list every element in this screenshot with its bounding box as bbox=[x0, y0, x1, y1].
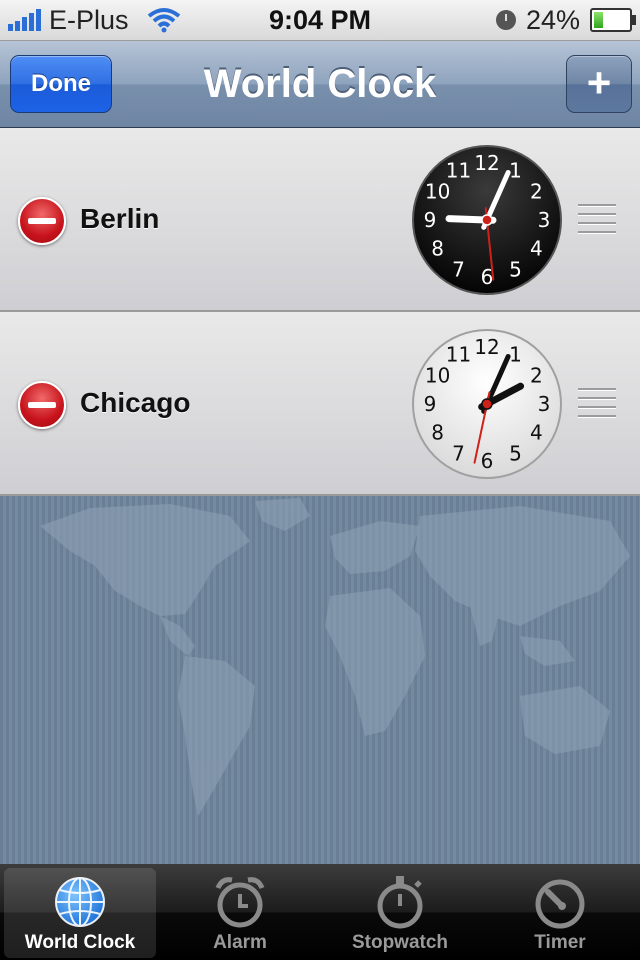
clock-numeral: 10 bbox=[425, 180, 450, 204]
reorder-handle-icon[interactable] bbox=[578, 204, 616, 236]
alarm-clock-icon bbox=[215, 877, 265, 928]
delete-icon[interactable] bbox=[18, 197, 66, 245]
tab-stopwatch[interactable]: Stopwatch bbox=[324, 868, 476, 958]
clock-numeral: 10 bbox=[425, 364, 450, 388]
clock-numeral: 8 bbox=[431, 237, 444, 261]
clock-numeral: 11 bbox=[446, 159, 471, 183]
tab-label: Alarm bbox=[213, 932, 267, 953]
analog-clock-face: 12 1234567891011 bbox=[412, 145, 562, 295]
alarm-clock-icon bbox=[495, 10, 516, 30]
delete-icon[interactable] bbox=[18, 381, 66, 429]
add-city-button[interactable]: + bbox=[566, 55, 632, 113]
battery-percent: 24% bbox=[525, 4, 580, 35]
clock-numeral: 1 bbox=[509, 343, 522, 367]
clock-numeral: 9 bbox=[424, 392, 437, 416]
battery-icon bbox=[590, 8, 636, 32]
clock-numeral: 11 bbox=[446, 343, 471, 367]
tab-label: World Clock bbox=[24, 932, 136, 953]
city-name: Chicago bbox=[80, 387, 191, 418]
clock-numeral: 2 bbox=[530, 364, 543, 388]
reorder-handle-icon[interactable] bbox=[578, 388, 616, 420]
clock-numeral: 5 bbox=[509, 441, 522, 465]
clock-numeral: 2 bbox=[530, 180, 543, 204]
clock-numeral: 12 bbox=[474, 335, 499, 359]
clock-numeral: 5 bbox=[509, 257, 522, 281]
stopwatch-icon bbox=[377, 876, 423, 929]
world-map-illustration bbox=[40, 498, 630, 816]
world-map-background bbox=[0, 496, 640, 864]
clock-numeral: 1 bbox=[509, 159, 522, 183]
clock-numeral: 3 bbox=[538, 392, 551, 416]
clock-center-pin bbox=[481, 398, 493, 410]
clock-numeral: 7 bbox=[452, 257, 465, 281]
tab-world-clock[interactable]: World Clock bbox=[4, 868, 156, 958]
tab-alarm[interactable]: Alarm bbox=[164, 868, 316, 958]
battery-fill bbox=[594, 12, 604, 28]
clock-numeral: 6 bbox=[481, 449, 494, 473]
timer-icon bbox=[535, 879, 585, 929]
navigation-bar: World Clock Done + bbox=[0, 41, 640, 128]
tab-label: Stopwatch bbox=[351, 932, 449, 953]
clock-row-berlin: Berlin 12 1 2 3 4 5 6 7 8 9 10 11 bbox=[0, 128, 640, 312]
globe-icon bbox=[55, 877, 105, 927]
clock-numeral: 7 bbox=[452, 441, 465, 465]
clock-center-pin bbox=[481, 214, 493, 226]
analog-clock-face: 12 12 3 45678 9 1011 bbox=[412, 329, 562, 479]
clock-numeral: 9 bbox=[424, 208, 437, 232]
tab-bar: World Clock Alarm Stopwatch Timer bbox=[0, 864, 640, 960]
tab-timer[interactable]: Timer bbox=[484, 868, 636, 958]
clock-numeral: 3 bbox=[538, 208, 551, 232]
tab-label: Timer bbox=[534, 932, 586, 953]
status-bar: E-Plus 9:04 PM 24% bbox=[0, 0, 640, 41]
clock-row-chicago: Chicago 12 1 2 3 4 5 6 7 8 9 10 11 bbox=[0, 312, 640, 496]
clock-numeral: 8 bbox=[431, 421, 444, 445]
done-button[interactable]: Done bbox=[10, 55, 112, 113]
clock-numeral: 4 bbox=[530, 421, 543, 445]
city-name: Berlin bbox=[80, 203, 160, 234]
clock-numeral: 4 bbox=[530, 237, 543, 261]
clock-numeral: 12 bbox=[474, 151, 499, 175]
